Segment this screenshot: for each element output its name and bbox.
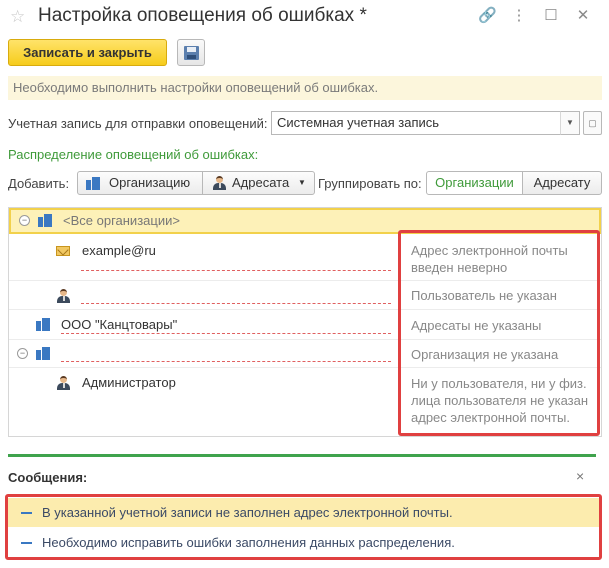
- add-label: Добавить:: [8, 176, 70, 191]
- group-by-organization-button[interactable]: Организации: [426, 171, 523, 195]
- row-text: Администратор: [82, 375, 176, 390]
- user-icon: [56, 376, 70, 390]
- group-by-label: Группировать по:: [318, 176, 422, 191]
- row-text: example@ru: [82, 243, 156, 258]
- account-label: Учетная запись для отправки оповещений:: [8, 116, 268, 131]
- user-icon: [56, 289, 70, 303]
- save-disk-icon: [184, 46, 199, 60]
- chevron-down-icon: ▼: [298, 178, 306, 187]
- group-by-recipient-button[interactable]: Адресату: [522, 171, 602, 195]
- add-organization-button[interactable]: Организацию: [77, 171, 203, 195]
- more-menu-icon[interactable]: ⋮: [510, 6, 528, 26]
- collapse-icon[interactable]: −: [17, 348, 28, 359]
- error-underline: [81, 270, 391, 271]
- add-organization-label: Организацию: [109, 175, 191, 190]
- organization-icon: [36, 318, 50, 331]
- organization-icon: [86, 177, 100, 190]
- messages-close-icon[interactable]: ×: [576, 468, 584, 484]
- organization-icon: [36, 347, 50, 360]
- organization-icon: [38, 214, 52, 227]
- account-dropdown-button[interactable]: ▼: [560, 111, 580, 135]
- collapse-icon[interactable]: −: [19, 215, 30, 226]
- messages-divider: [8, 454, 596, 457]
- page-title: Настройка оповещения об ошибках *: [38, 5, 367, 26]
- messages-title: Сообщения:: [8, 470, 88, 485]
- add-recipient-label: Адресата: [232, 175, 290, 190]
- row-text: ООО "Канцтовары": [61, 317, 178, 332]
- email-icon: [56, 246, 70, 256]
- save-button[interactable]: [177, 39, 205, 66]
- error-underline: [61, 361, 391, 362]
- error-underline: [81, 303, 391, 304]
- save-and-close-button[interactable]: Записать и закрыть: [8, 39, 167, 66]
- account-input[interactable]: Системная учетная запись: [271, 111, 580, 135]
- maximize-icon[interactable]: ☐: [542, 6, 560, 26]
- message-highlight-box: [5, 494, 602, 560]
- link-icon[interactable]: 🔗: [478, 6, 497, 26]
- user-icon: [212, 176, 226, 190]
- row-text: <Все организации>: [63, 213, 180, 228]
- close-icon[interactable]: ✕: [574, 6, 592, 26]
- error-underline: [61, 333, 391, 334]
- open-square-icon: ▢: [588, 118, 597, 128]
- distribution-label: Распределение оповещений об ошибках:: [8, 147, 259, 162]
- info-message: Необходимо выполнить настройки оповещени…: [8, 76, 602, 100]
- chevron-down-icon: ▼: [566, 118, 574, 127]
- account-open-button[interactable]: ▢: [583, 111, 602, 135]
- add-recipient-button[interactable]: Адресата ▼: [202, 171, 315, 195]
- error-highlight-box: [398, 230, 600, 436]
- favorite-star-icon[interactable]: ☆: [10, 8, 28, 26]
